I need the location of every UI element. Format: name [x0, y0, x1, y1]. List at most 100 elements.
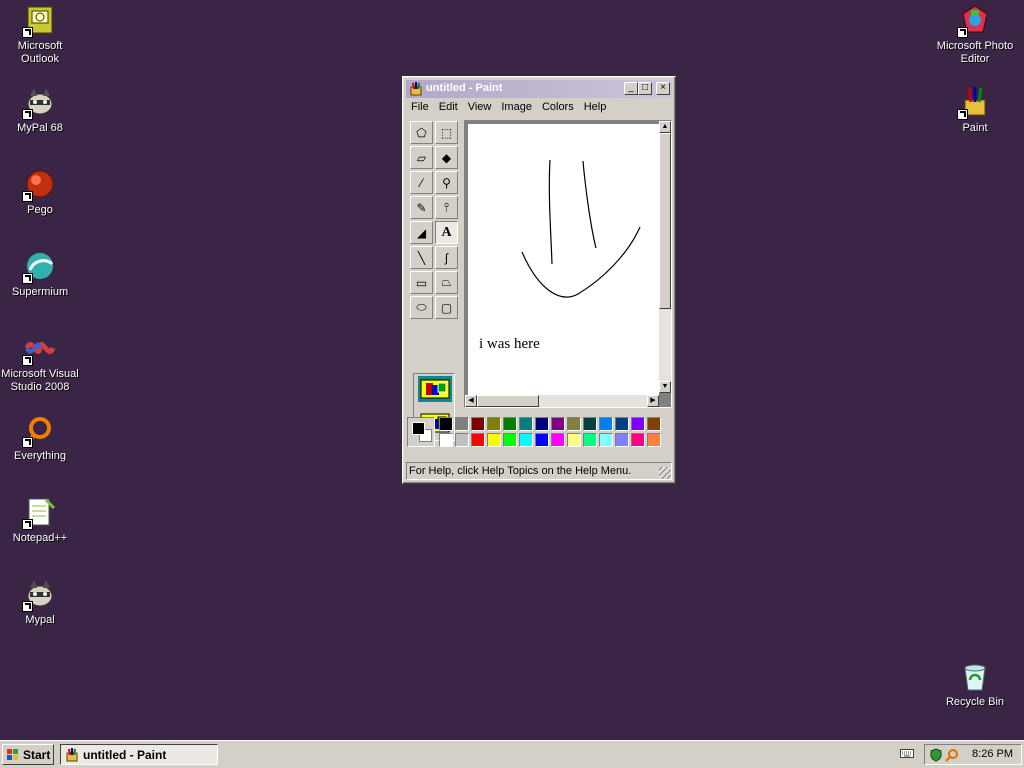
polygon-tool[interactable]: ⏢ — [435, 271, 458, 294]
palette-color-swatch[interactable] — [631, 433, 645, 447]
resize-grip[interactable] — [659, 467, 671, 479]
menu-view[interactable]: View — [463, 99, 497, 115]
desktop-icon-visual-studio[interactable]: Microsoft Visual Studio 2008 — [0, 332, 80, 394]
palette-color-swatch[interactable] — [583, 433, 597, 447]
shortcut-arrow-icon — [22, 437, 33, 448]
palette-color-swatch[interactable] — [503, 433, 517, 447]
free-form-select-tool[interactable]: ⬠ — [410, 121, 433, 144]
taskbar-button-paint[interactable]: untitled - Paint — [60, 744, 218, 765]
palette-color-swatch[interactable] — [487, 433, 501, 447]
menu-help[interactable]: Help — [579, 99, 612, 115]
shortcut-arrow-icon — [22, 109, 33, 120]
pick-color-tool[interactable]: ⁄ — [410, 171, 433, 194]
palette-color-swatch[interactable] — [567, 417, 581, 431]
palette-color-swatch[interactable] — [519, 433, 533, 447]
desktop-icon-supermium[interactable]: Supermium — [0, 250, 80, 299]
opaque-text-option[interactable] — [418, 376, 452, 402]
palette-color-swatch[interactable] — [551, 417, 565, 431]
tray-security-icon[interactable] — [929, 748, 943, 762]
horizontal-scroll-thumb[interactable] — [477, 395, 539, 407]
palette-color-swatch[interactable] — [599, 417, 613, 431]
scroll-right-button[interactable]: ▶ — [647, 395, 659, 407]
palette-color-swatch[interactable] — [535, 417, 549, 431]
airbrush-tool[interactable]: ◢ — [410, 221, 433, 244]
ellipse-tool[interactable]: ⬭ — [410, 296, 433, 319]
brush-tool[interactable]: ⫯ — [435, 196, 458, 219]
horizontal-scrollbar[interactable]: ◀ ▶ — [465, 395, 659, 407]
palette-color-swatch[interactable] — [439, 417, 453, 431]
desktop-icon-pego[interactable]: Pego — [0, 168, 80, 217]
rectangle-tool[interactable]: ▭ — [410, 271, 433, 294]
rounded-rectangle-tool[interactable]: ▢ — [435, 296, 458, 319]
palette-color-swatch[interactable] — [583, 417, 597, 431]
curve-tool[interactable]: ∫ — [435, 246, 458, 269]
recycle-bin-icon — [959, 660, 991, 692]
palette-color-swatch[interactable] — [519, 417, 533, 431]
maximize-button[interactable]: □ — [638, 82, 652, 95]
vertical-scroll-thumb[interactable] — [659, 133, 671, 309]
palette-color-swatch[interactable] — [471, 417, 485, 431]
paint-window[interactable]: untitled - Paint _ □ × File Edit View Image… — [402, 76, 676, 484]
palette-color-swatch[interactable] — [535, 433, 549, 447]
palette-color-swatch[interactable] — [631, 417, 645, 431]
desktop-icon-notepad-plus-plus[interactable]: Notepad++ — [0, 496, 80, 545]
freehand-drawing — [521, 159, 641, 298]
pencil-icon: ✎ — [416, 200, 427, 215]
title-bar[interactable]: untitled - Paint _ □ × — [406, 80, 672, 98]
select-tool[interactable]: ⬚ — [435, 121, 458, 144]
palette-color-swatch[interactable] — [455, 433, 469, 447]
tray-search-icon[interactable] — [945, 748, 959, 762]
desktop-icon-recycle-bin[interactable]: Recycle Bin — [935, 660, 1015, 709]
palette-color-swatch[interactable] — [503, 417, 517, 431]
vertical-scrollbar[interactable]: ▲ ▼ — [659, 121, 671, 393]
palette-color-swatch[interactable] — [647, 433, 661, 447]
foreground-color — [412, 422, 425, 435]
fill-icon: ◆ — [441, 150, 452, 165]
palette-color-swatch[interactable] — [567, 433, 581, 447]
palette-color-swatch[interactable] — [551, 433, 565, 447]
everything-icon — [22, 414, 56, 448]
desktop-icon-raccoon[interactable]: MyPal 68 — [0, 86, 80, 135]
raccoon-icon — [22, 86, 56, 120]
shortcut-arrow-icon — [22, 601, 33, 612]
text-tool[interactable]: A — [435, 221, 458, 244]
desktop-icon-label: Microsoft Outlook — [17, 40, 63, 65]
palette-color-swatch[interactable] — [487, 417, 501, 431]
menu-colors[interactable]: Colors — [537, 99, 579, 115]
drawing-canvas[interactable]: i was here — [468, 124, 659, 396]
magnifier-tool[interactable]: ⚲ — [435, 171, 458, 194]
clock[interactable]: 8:26 PM — [972, 748, 1013, 760]
status-bar: For Help, click Help Topics on the Help … — [406, 462, 672, 480]
scroll-left-button[interactable]: ◀ — [465, 395, 477, 407]
scroll-up-button[interactable]: ▲ — [659, 121, 671, 133]
desktop-icon-everything[interactable]: Everything — [0, 414, 80, 463]
palette-color-swatch[interactable] — [455, 417, 469, 431]
palette-color-swatch[interactable] — [599, 433, 613, 447]
shortcut-arrow-icon — [957, 109, 968, 120]
desktop-icon-photo-editor[interactable]: Microsoft Photo Editor — [935, 4, 1015, 66]
palette-color-swatch[interactable] — [615, 433, 629, 447]
scroll-down-button[interactable]: ▼ — [659, 381, 671, 393]
ellipse-icon: ⬭ — [416, 300, 427, 314]
paint-icon — [410, 82, 422, 96]
eraser-tool[interactable]: ▱ — [410, 146, 433, 169]
palette-color-swatch[interactable] — [647, 417, 661, 431]
start-button[interactable]: Start — [2, 744, 54, 765]
minimize-button[interactable]: _ — [624, 82, 638, 95]
desktop-icon-outlook[interactable]: Microsoft Outlook — [0, 4, 80, 66]
line-tool[interactable]: ╲ — [410, 246, 433, 269]
menu-edit[interactable]: Edit — [434, 99, 463, 115]
windows-logo-icon — [7, 749, 18, 760]
visual-studio-icon — [22, 332, 56, 366]
menu-file[interactable]: File — [406, 99, 434, 115]
palette-color-swatch[interactable] — [471, 433, 485, 447]
palette-color-swatch[interactable] — [615, 417, 629, 431]
desktop-icon-raccoon[interactable]: Mypal — [0, 578, 80, 627]
desktop-icon-paint[interactable]: Paint — [935, 86, 1015, 135]
pencil-tool[interactable]: ✎ — [410, 196, 433, 219]
close-button[interactable]: × — [656, 82, 670, 95]
palette-color-swatch[interactable] — [439, 433, 453, 447]
fill-tool[interactable]: ◆ — [435, 146, 458, 169]
menu-image[interactable]: Image — [496, 99, 537, 115]
keyboard-icon[interactable] — [900, 747, 914, 759]
